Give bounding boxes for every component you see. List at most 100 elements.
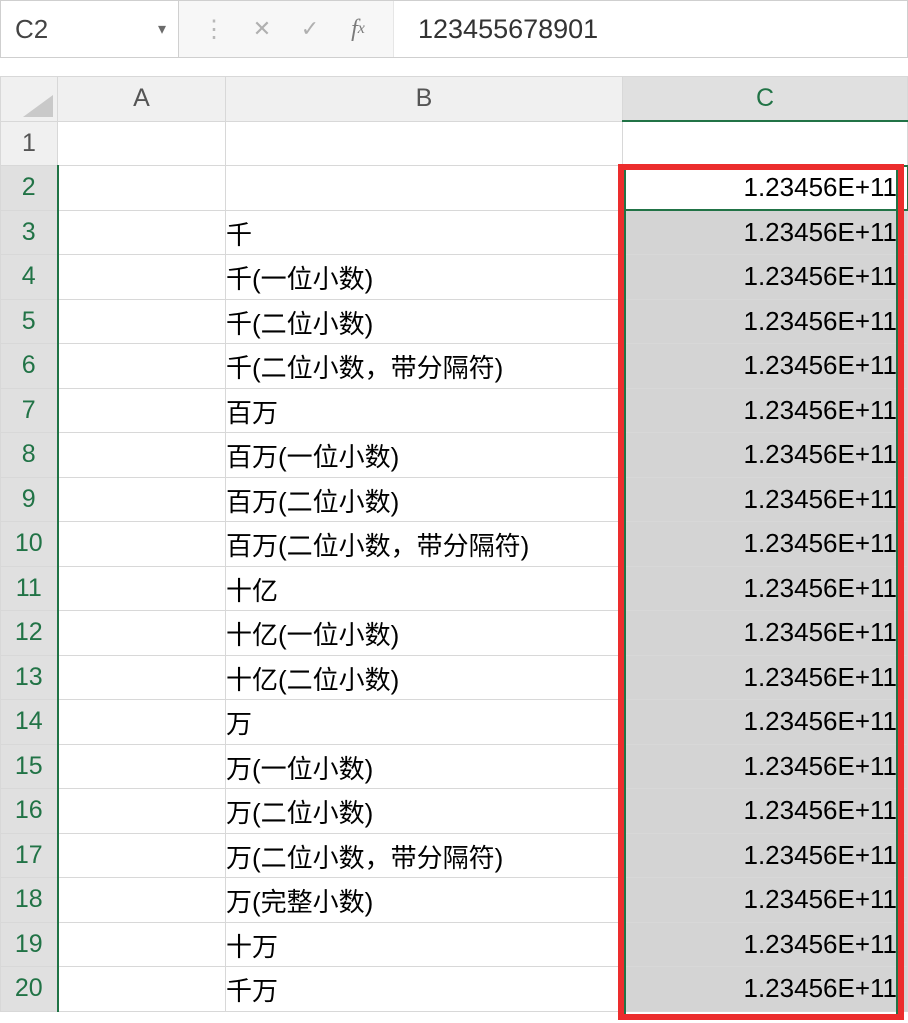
cell[interactable]	[58, 121, 226, 166]
cell[interactable]	[58, 833, 226, 878]
cell[interactable]: 十亿	[226, 566, 623, 611]
row-header[interactable]: 20	[1, 967, 58, 1012]
cell[interactable]	[58, 700, 226, 745]
chevron-down-icon[interactable]: ▾	[158, 19, 166, 39]
row-header[interactable]: 14	[1, 700, 58, 745]
row-header[interactable]: 12	[1, 611, 58, 656]
enter-icon[interactable]: ✓	[297, 16, 323, 42]
cell[interactable]: 1.23456E+11	[623, 878, 908, 923]
cell[interactable]: 千(二位小数)	[226, 299, 623, 344]
cell[interactable]	[58, 166, 226, 211]
cell[interactable]: 1.23456E+11	[623, 611, 908, 656]
row-header[interactable]: 5	[1, 299, 58, 344]
cell[interactable]: 百万(二位小数，带分隔符)	[226, 522, 623, 567]
row-header[interactable]: 10	[1, 522, 58, 567]
cell[interactable]	[58, 566, 226, 611]
cell[interactable]	[58, 344, 226, 389]
cell[interactable]	[58, 433, 226, 478]
cell[interactable]: 1.23456E+11	[623, 655, 908, 700]
column-header-a[interactable]: A	[58, 77, 226, 122]
cell[interactable]	[58, 967, 226, 1012]
row-header[interactable]: 18	[1, 878, 58, 923]
name-box[interactable]: C2 ▾	[1, 1, 179, 57]
cell[interactable]	[623, 121, 908, 166]
cell[interactable]: 1.23456E+11	[623, 967, 908, 1012]
table-row: 14 万1.23456E+11	[1, 700, 908, 745]
cell[interactable]: 1.23456E+11	[623, 433, 908, 478]
table-row: 1	[1, 121, 908, 166]
cancel-icon[interactable]: ✕	[249, 16, 275, 42]
cell[interactable]	[58, 477, 226, 522]
cell[interactable]: 十亿(二位小数)	[226, 655, 623, 700]
cell[interactable]: 1.23456E+11	[623, 388, 908, 433]
formula-input[interactable]: 123455678901	[394, 1, 907, 57]
cell[interactable]	[226, 166, 623, 211]
row-header[interactable]: 2	[1, 166, 58, 211]
cell[interactable]: 百万(二位小数)	[226, 477, 623, 522]
cell[interactable]	[58, 388, 226, 433]
cell[interactable]: 百万(一位小数)	[226, 433, 623, 478]
cell[interactable]: 1.23456E+11	[623, 344, 908, 389]
cell[interactable]: 1.23456E+11	[623, 922, 908, 967]
cell[interactable]: 1.23456E+11	[623, 166, 908, 211]
cell[interactable]: 万(完整小数)	[226, 878, 623, 923]
cell[interactable]: 1.23456E+11	[623, 566, 908, 611]
cell[interactable]: 万(一位小数)	[226, 744, 623, 789]
worksheet-grid[interactable]: A B C 121.23456E+113千1.23456E+114千(一位小数)…	[0, 76, 908, 1012]
row-header[interactable]: 19	[1, 922, 58, 967]
row-header[interactable]: 9	[1, 477, 58, 522]
table-row: 17 万(二位小数，带分隔符)1.23456E+11	[1, 833, 908, 878]
fx-icon[interactable]: fx	[345, 16, 371, 42]
cell[interactable]	[58, 611, 226, 656]
cell[interactable]: 1.23456E+11	[623, 744, 908, 789]
cell[interactable]: 1.23456E+11	[623, 789, 908, 834]
row-header[interactable]: 7	[1, 388, 58, 433]
row-header[interactable]: 16	[1, 789, 58, 834]
cell[interactable]	[58, 522, 226, 567]
column-header-b[interactable]: B	[226, 77, 623, 122]
row-header[interactable]: 3	[1, 210, 58, 255]
cell[interactable]: 万(二位小数，带分隔符)	[226, 833, 623, 878]
cell[interactable]: 万	[226, 700, 623, 745]
cell[interactable]: 千(一位小数)	[226, 255, 623, 300]
row-header[interactable]: 4	[1, 255, 58, 300]
cell[interactable]	[58, 655, 226, 700]
row-header[interactable]: 6	[1, 344, 58, 389]
expand-icon[interactable]: ⋮	[201, 16, 227, 42]
cell[interactable]: 1.23456E+11	[623, 477, 908, 522]
row-header[interactable]: 15	[1, 744, 58, 789]
table-row: 11 十亿1.23456E+11	[1, 566, 908, 611]
row-header[interactable]: 1	[1, 121, 58, 166]
cell[interactable]: 千万	[226, 967, 623, 1012]
select-all-corner[interactable]	[1, 77, 58, 122]
cell[interactable]	[58, 299, 226, 344]
cell[interactable]: 千	[226, 210, 623, 255]
cell[interactable]: 十万	[226, 922, 623, 967]
cell[interactable]: 1.23456E+11	[623, 210, 908, 255]
cell[interactable]: 千(二位小数，带分隔符)	[226, 344, 623, 389]
table-row: 7 百万1.23456E+11	[1, 388, 908, 433]
cell[interactable]	[58, 922, 226, 967]
row-header[interactable]: 11	[1, 566, 58, 611]
cell[interactable]	[58, 744, 226, 789]
cell[interactable]: 1.23456E+11	[623, 700, 908, 745]
row-header[interactable]: 8	[1, 433, 58, 478]
cell[interactable]	[58, 878, 226, 923]
cell[interactable]: 十亿(一位小数)	[226, 611, 623, 656]
table-row: 20 千万1.23456E+11	[1, 967, 908, 1012]
cell[interactable]: 1.23456E+11	[623, 833, 908, 878]
cell[interactable]: 1.23456E+11	[623, 255, 908, 300]
cell[interactable]: 万(二位小数)	[226, 789, 623, 834]
table-row: 4 千(一位小数)1.23456E+11	[1, 255, 908, 300]
cell[interactable]: 1.23456E+11	[623, 299, 908, 344]
table-row: 16 万(二位小数)1.23456E+11	[1, 789, 908, 834]
row-header[interactable]: 17	[1, 833, 58, 878]
row-header[interactable]: 13	[1, 655, 58, 700]
column-header-c[interactable]: C	[623, 77, 908, 122]
cell[interactable]	[58, 210, 226, 255]
cell[interactable]: 百万	[226, 388, 623, 433]
cell[interactable]	[58, 789, 226, 834]
cell[interactable]	[58, 255, 226, 300]
cell[interactable]: 1.23456E+11	[623, 522, 908, 567]
cell[interactable]	[226, 121, 623, 166]
